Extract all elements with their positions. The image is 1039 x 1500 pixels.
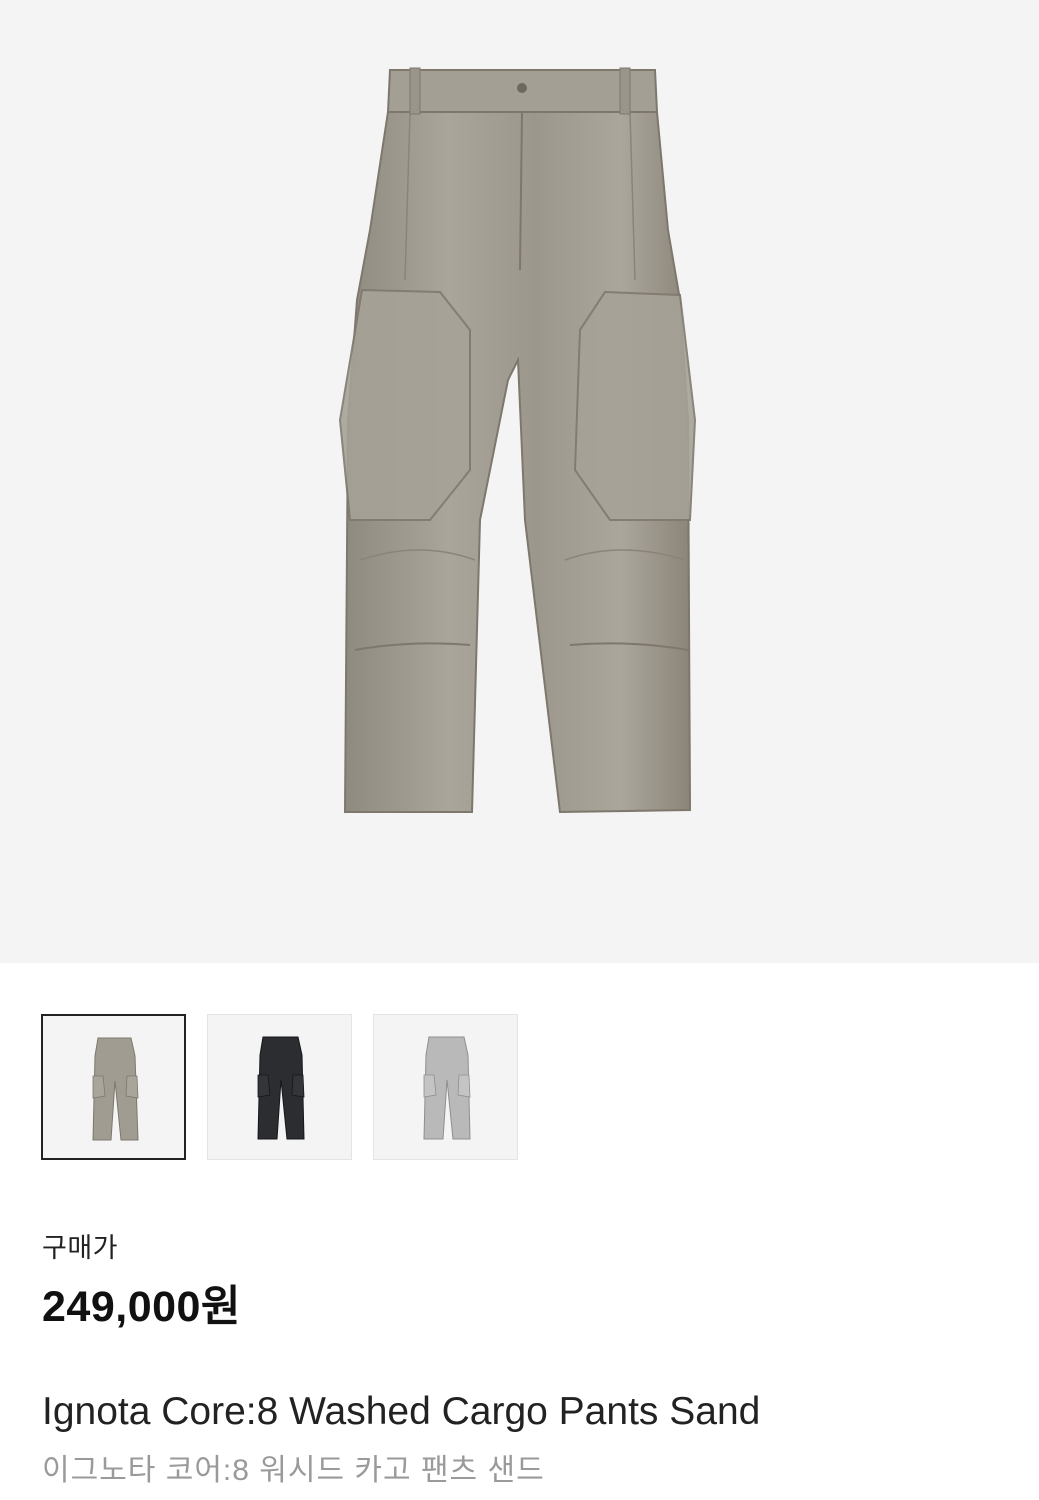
thumbnail-list: [41, 1014, 518, 1160]
pants-icon: [92, 1037, 139, 1141]
product-hero-image: [0, 0, 1039, 963]
cargo-pants-illustration: [338, 67, 697, 814]
thumbnail-black[interactable]: [207, 1014, 352, 1160]
price-label: 구매가: [42, 1233, 119, 1263]
pants-icon: [257, 1036, 305, 1140]
price-value: 249,000원: [42, 1283, 241, 1331]
pants-icon: [423, 1036, 471, 1140]
thumbnail-grey[interactable]: [373, 1014, 518, 1160]
product-name-english: Ignota Core:8 Washed Cargo Pants Sand: [42, 1390, 761, 1433]
thumbnail-sand[interactable]: [41, 1014, 186, 1160]
product-name-korean: 이그노타 코어:8 워시드 카고 팬츠 샌드: [42, 1454, 545, 1487]
